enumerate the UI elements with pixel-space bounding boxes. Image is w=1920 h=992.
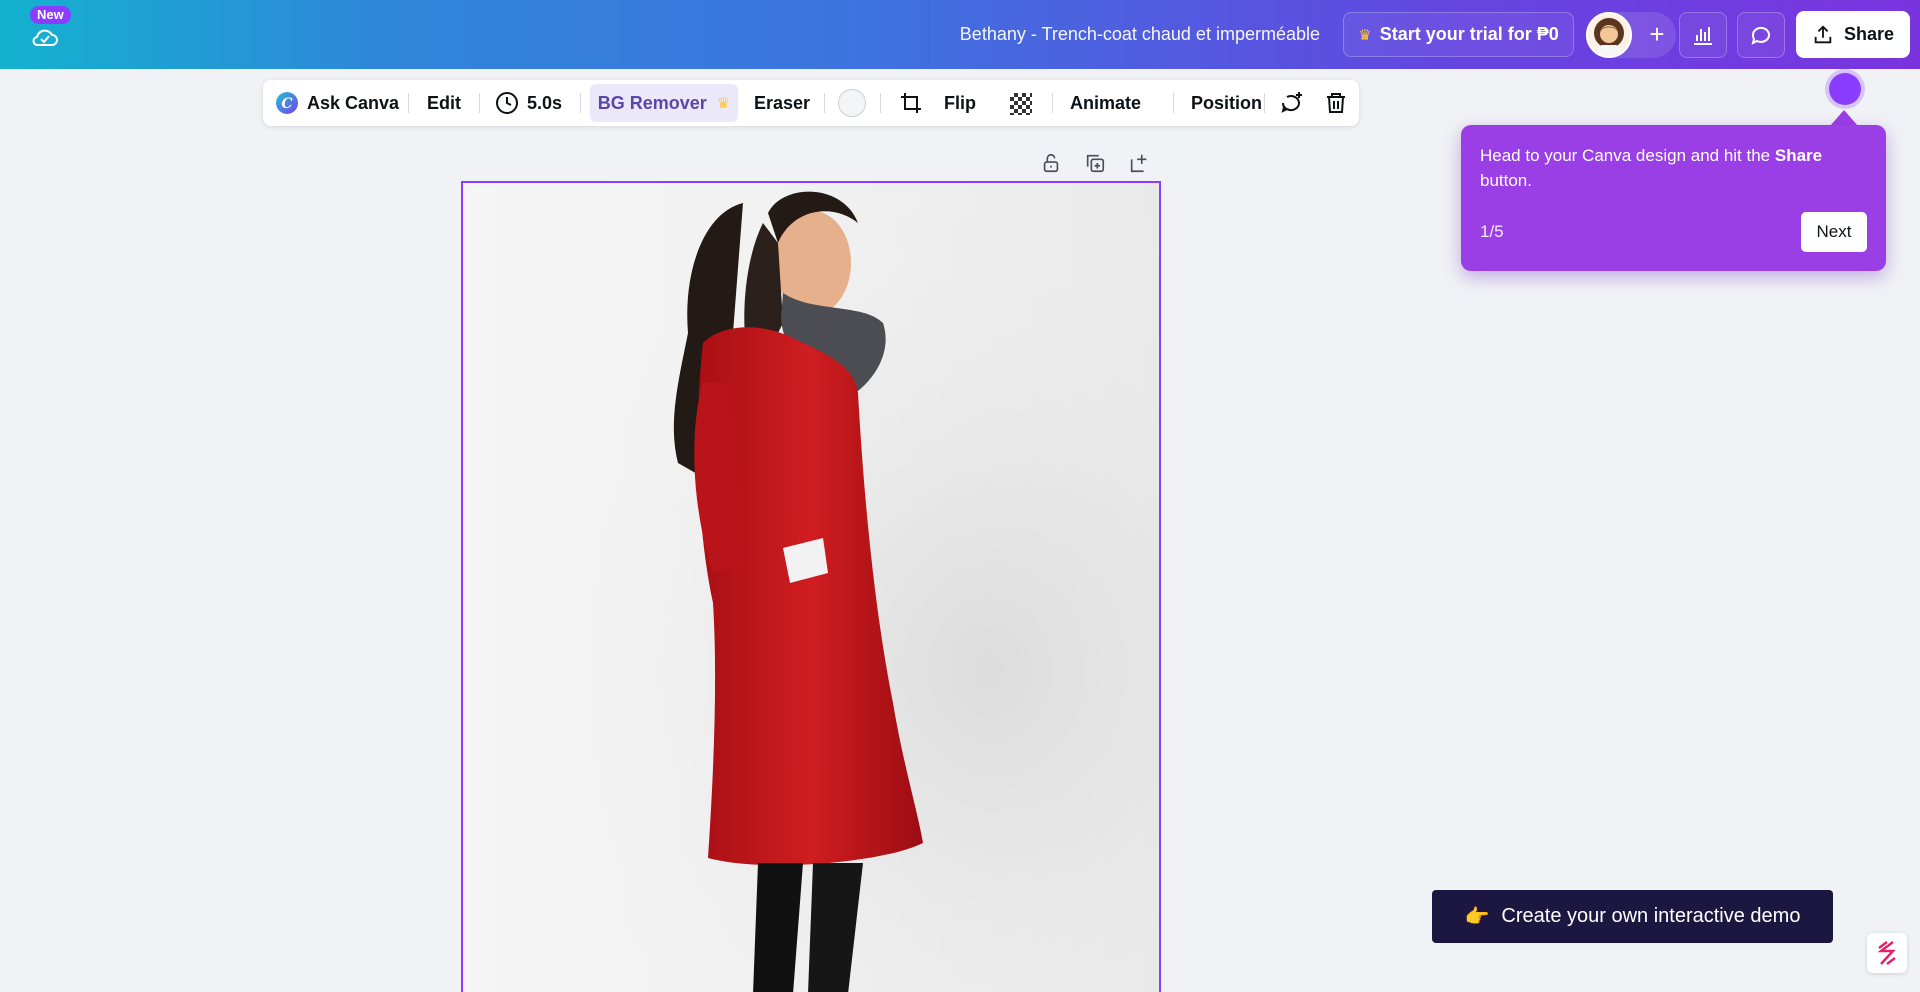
avatar[interactable] (1586, 12, 1632, 58)
collaborators-group[interactable]: + (1586, 12, 1676, 58)
toolbar-divider (408, 93, 409, 113)
share-button[interactable]: Share (1796, 11, 1910, 58)
tooltip-next-button[interactable]: Next (1801, 212, 1867, 252)
toolbar-divider (479, 93, 480, 113)
comments-button[interactable] (1737, 12, 1785, 58)
hotspot-indicator[interactable] (1829, 73, 1861, 105)
flip-label: Flip (944, 92, 976, 113)
duration-button[interactable]: 5.0s (495, 86, 562, 120)
toolbar-divider (824, 93, 825, 113)
edit-button[interactable]: Edit (427, 86, 461, 120)
add-page-icon (1130, 154, 1147, 173)
position-button[interactable]: Position (1177, 86, 1262, 120)
tooltip-text: Head to your Canva design and hit the (1480, 146, 1775, 165)
context-toolbar: C Ask Canva Edit 5.0s BG Remover ♛ Erase… (263, 80, 1359, 126)
page-tools (1040, 152, 1152, 174)
add-comment-button[interactable] (1279, 86, 1305, 120)
bg-remover-button[interactable]: BG Remover ♛ (590, 84, 738, 122)
tooltip-message: Head to your Canva design and hit the Sh… (1480, 143, 1870, 193)
brand-logo-icon (1877, 941, 1896, 965)
ask-canva-button[interactable]: C Ask Canva (275, 86, 399, 120)
cloud-check-icon (32, 29, 58, 46)
tooltip-text-end: button. (1480, 171, 1532, 190)
design-canvas[interactable] (461, 181, 1161, 992)
crop-button[interactable] (899, 86, 923, 120)
add-page-button[interactable] (1128, 152, 1152, 174)
toolbar-divider (880, 93, 881, 113)
crop-icon (901, 93, 921, 113)
document-title[interactable]: Bethany - Trench-coat chaud et imperméab… (900, 24, 1320, 45)
pointing-hand-icon: 👉 (1464, 906, 1490, 928)
duplicate-page-button[interactable] (1084, 152, 1108, 174)
unlock-icon (1043, 153, 1059, 173)
comment-add-icon (1281, 92, 1302, 113)
eraser-button[interactable]: Eraser (754, 86, 810, 120)
start-trial-button[interactable]: ♛ Start your trial for ₱0 (1343, 12, 1574, 57)
animate-label: Animate (1070, 92, 1142, 113)
tooltip-arrow (1830, 110, 1858, 126)
crown-icon: ♛ (1358, 26, 1372, 44)
animate-button[interactable]: Animate (1070, 86, 1141, 120)
share-label: Share (1843, 24, 1895, 44)
eraser-label: Eraser (754, 92, 811, 113)
toolbar-divider (580, 93, 581, 113)
trash-icon (1327, 93, 1345, 113)
top-bar: New Bethany - Trench-coat chaud et imper… (0, 0, 1920, 69)
create-demo-label: Create your own interactive demo (1501, 905, 1801, 927)
flip-button[interactable]: Flip (944, 86, 976, 120)
cloud-saved-button[interactable] (30, 22, 60, 50)
ask-canva-label: Ask Canva (307, 92, 400, 113)
duration-label: 5.0s (527, 92, 563, 113)
canva-assistant-icon: C (276, 92, 298, 114)
new-badge: New (30, 6, 71, 24)
demo-brand-logo[interactable] (1867, 933, 1907, 973)
bar-chart-icon (1694, 27, 1712, 45)
transparency-checker-icon[interactable] (1010, 93, 1032, 115)
comment-icon (1751, 26, 1770, 45)
crown-icon: ♛ (716, 95, 731, 112)
toolbar-divider (1173, 93, 1174, 113)
bg-remover-label: BG Remover (597, 92, 707, 113)
color-swatch[interactable] (838, 89, 866, 117)
toolbar-divider (1264, 93, 1265, 113)
tooltip-bold-text: Share (1774, 146, 1823, 165)
delete-button[interactable] (1324, 86, 1348, 120)
woman-red-coat-photo (463, 183, 1159, 992)
edit-label: Edit (427, 92, 461, 113)
lock-page-button[interactable] (1040, 152, 1064, 174)
tooltip-step-counter: 1/5 (1480, 222, 1504, 241)
clock-icon (496, 92, 518, 114)
share-upload-icon (1814, 24, 1832, 43)
start-trial-label: Start your trial for ₱0 (1379, 24, 1559, 44)
guide-tooltip: Head to your Canva design and hit the Sh… (1461, 125, 1886, 271)
insights-button[interactable] (1679, 12, 1727, 58)
duplicate-icon (1086, 154, 1105, 173)
create-demo-button[interactable]: 👉 Create your own interactive demo (1432, 890, 1833, 943)
svg-text:C: C (281, 96, 292, 112)
add-collaborator-button[interactable]: + (1642, 20, 1672, 50)
toolbar-divider (1052, 93, 1053, 113)
position-label: Position (1191, 92, 1262, 113)
